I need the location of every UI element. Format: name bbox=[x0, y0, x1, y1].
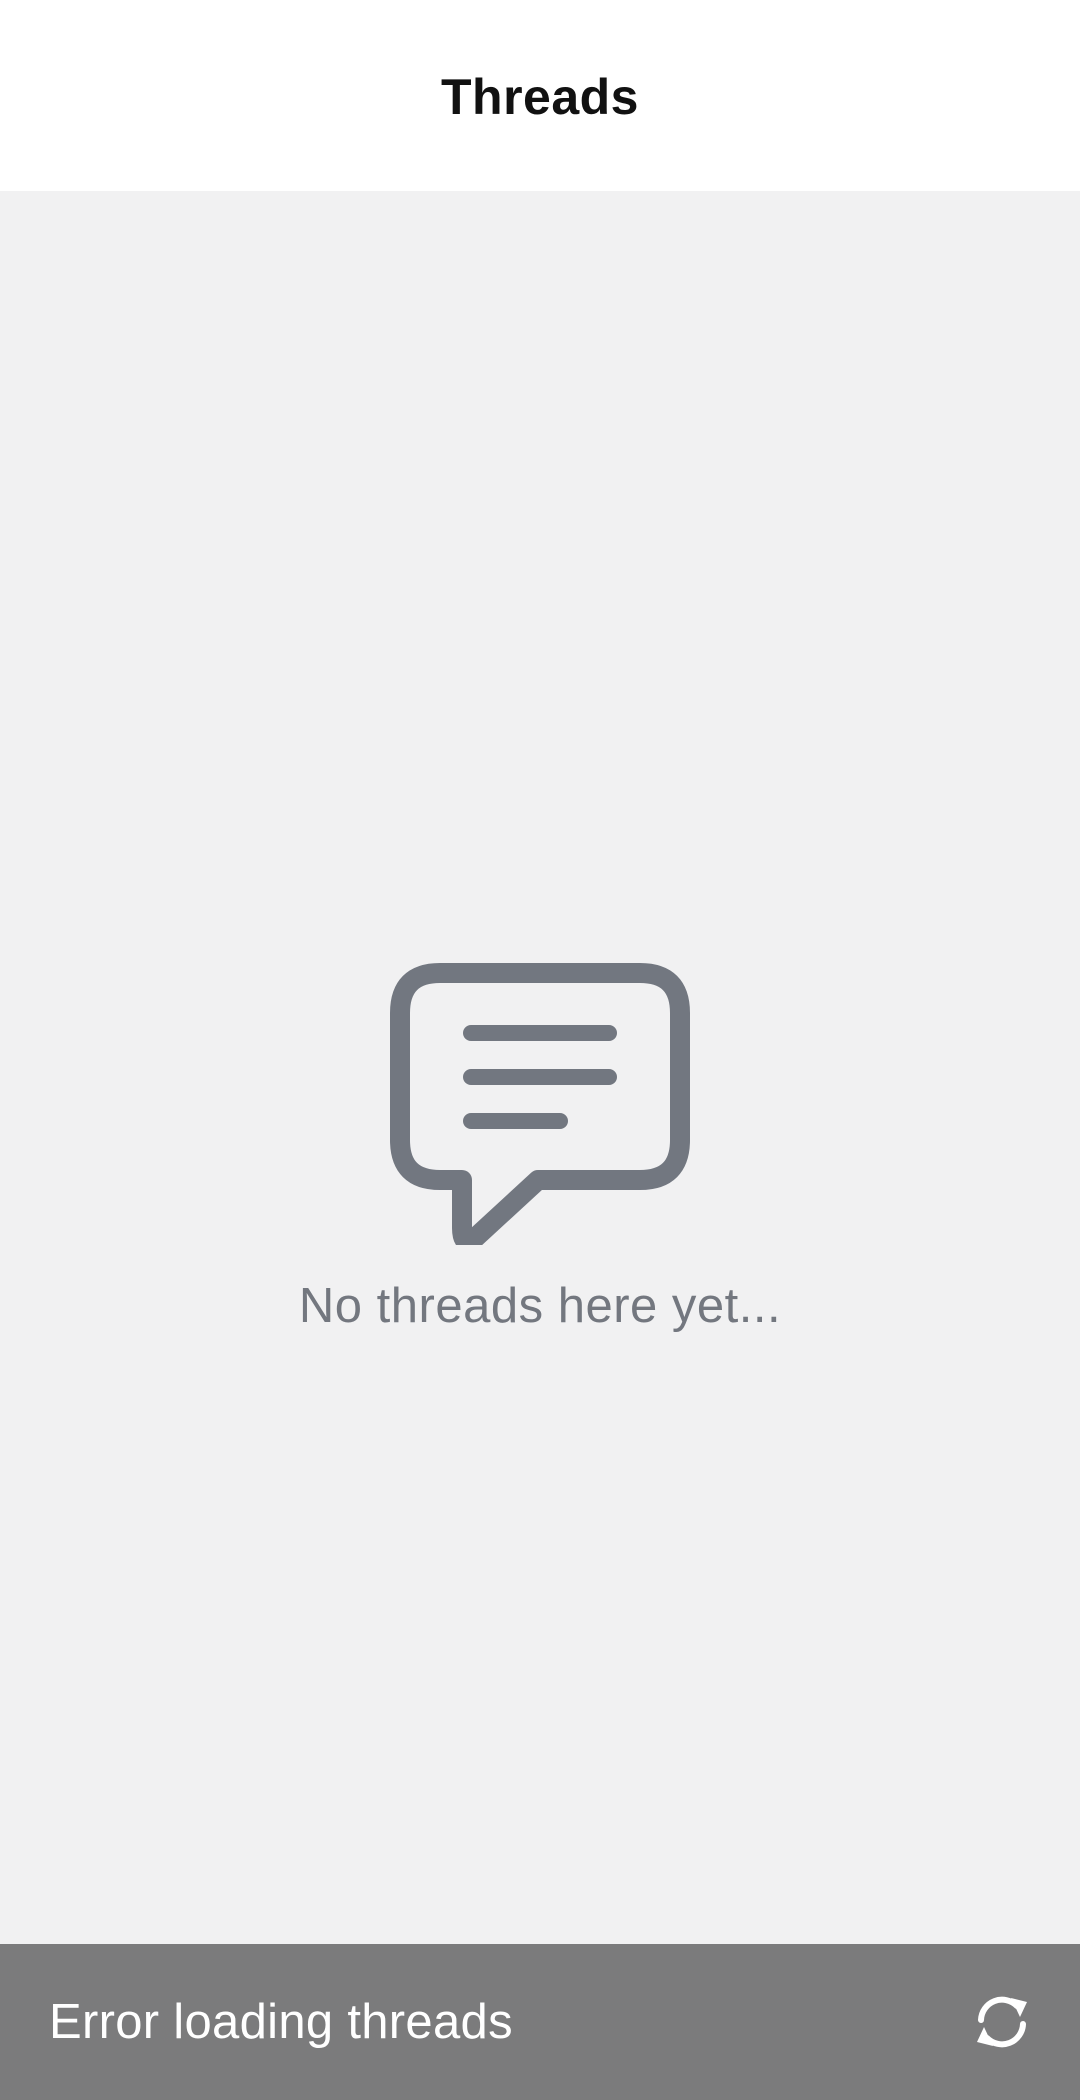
refresh-icon bbox=[977, 1996, 1027, 2048]
app-header: Threads bbox=[0, 0, 1080, 191]
chat-bubble-icon bbox=[390, 963, 690, 1245]
snackbar-message: Error loading threads bbox=[49, 1995, 513, 2049]
page-title: Threads bbox=[440, 68, 639, 125]
error-snackbar: Error loading threads bbox=[0, 1944, 1080, 2100]
refresh-button[interactable] bbox=[970, 1990, 1034, 2054]
empty-state-message: No threads here yet... bbox=[298, 1279, 782, 1333]
